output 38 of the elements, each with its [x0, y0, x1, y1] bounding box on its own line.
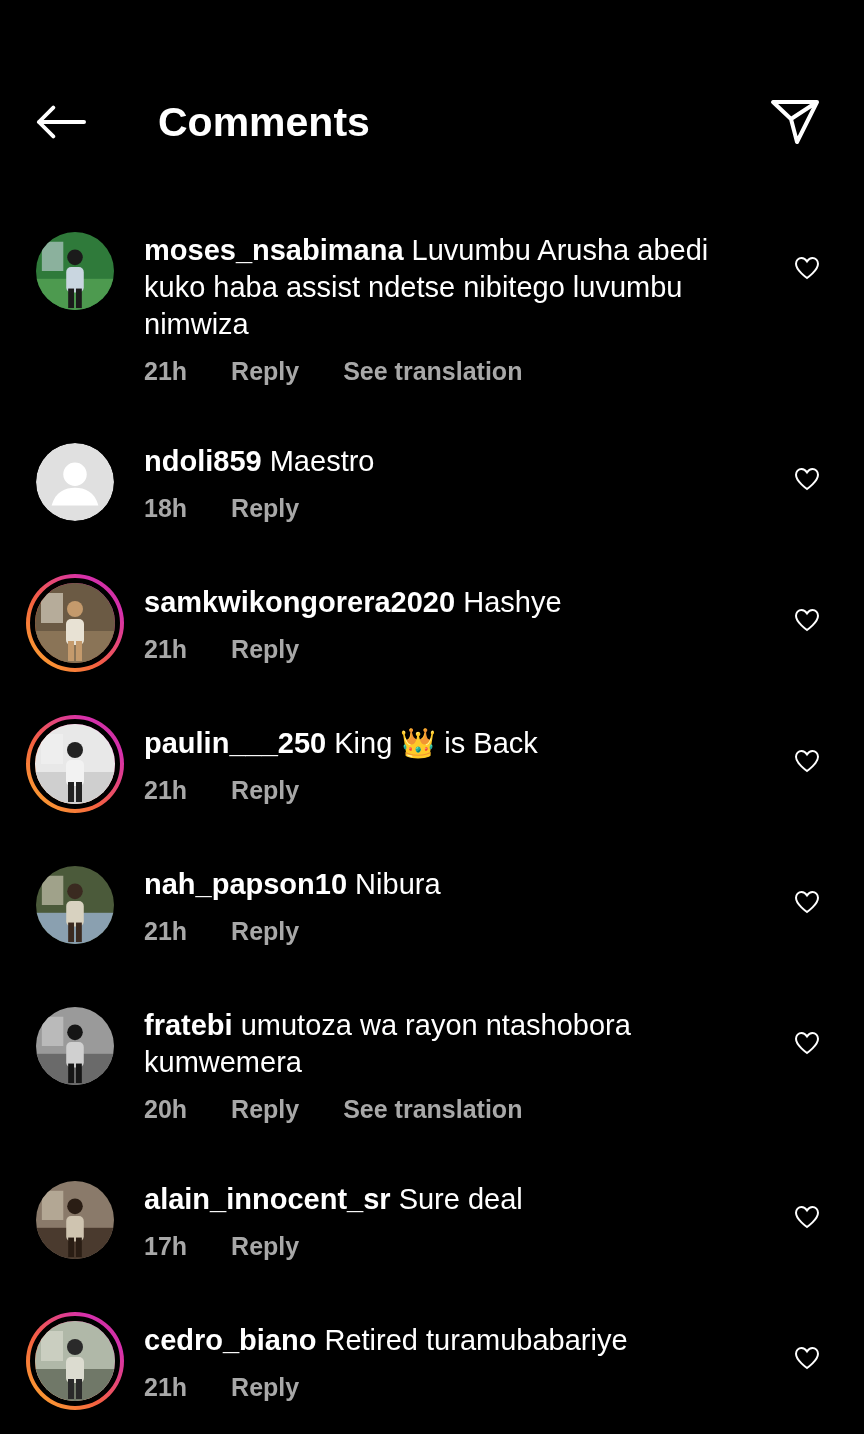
comment-text: alain_innocent_sr Sure deal	[144, 1182, 524, 1217]
comment-text: fratebi umutoza wa rayon ntashobora kumwemera	[144, 1008, 632, 1080]
timestamp: 21h	[144, 916, 188, 947]
heart-icon[interactable]	[794, 890, 820, 914]
reply-link[interactable]: Reply	[231, 772, 300, 809]
comment-text: ndoli859 Maestro	[144, 444, 376, 479]
timestamp: 18h	[144, 493, 188, 524]
heart-icon[interactable]	[794, 749, 820, 773]
timestamp: 21h	[144, 634, 188, 665]
timestamp: 17h	[144, 1231, 188, 1262]
comment-text: nah_papson10 Nibura	[144, 867, 442, 902]
reply-link[interactable]: Reply	[231, 1228, 300, 1265]
reply-link[interactable]: Reply	[231, 490, 300, 527]
reply-link[interactable]: Reply	[231, 631, 300, 668]
timestamp: 21h	[144, 356, 188, 387]
comment-text: samkwikongorera2020 Hashye	[144, 585, 563, 620]
timestamp: 21h	[144, 775, 188, 806]
avatar-icon[interactable]	[36, 443, 114, 521]
reply-link[interactable]: Reply	[231, 1369, 300, 1406]
reply-link[interactable]: Reply	[231, 913, 300, 950]
heart-icon[interactable]	[794, 608, 820, 632]
heart-icon[interactable]	[794, 1346, 820, 1370]
comment-text: cedro_biano Retired turamubabariye	[144, 1323, 629, 1358]
page-title: Comments	[158, 98, 371, 146]
timestamp: 20h	[144, 1094, 188, 1125]
heart-icon[interactable]	[794, 1205, 820, 1229]
back-icon[interactable]	[36, 105, 86, 139]
translation-link[interactable]: See translation	[343, 1091, 523, 1128]
translation-link[interactable]: See translation	[343, 353, 523, 390]
send-icon[interactable]	[770, 99, 820, 145]
comment-text: paulin___250 King 👑 is Back	[144, 726, 539, 761]
heart-icon[interactable]	[794, 1031, 820, 1055]
heart-icon[interactable]	[794, 467, 820, 491]
heart-icon[interactable]	[794, 256, 820, 280]
comment-text: moses_nsabimana Luvumbu Arusha abedi kuko haba assist ndetse nibitego luvumbu nimwiza	[144, 233, 710, 342]
reply-link[interactable]: Reply	[231, 1091, 300, 1128]
timestamp: 21h	[144, 1372, 188, 1403]
reply-link[interactable]: Reply	[231, 353, 300, 390]
